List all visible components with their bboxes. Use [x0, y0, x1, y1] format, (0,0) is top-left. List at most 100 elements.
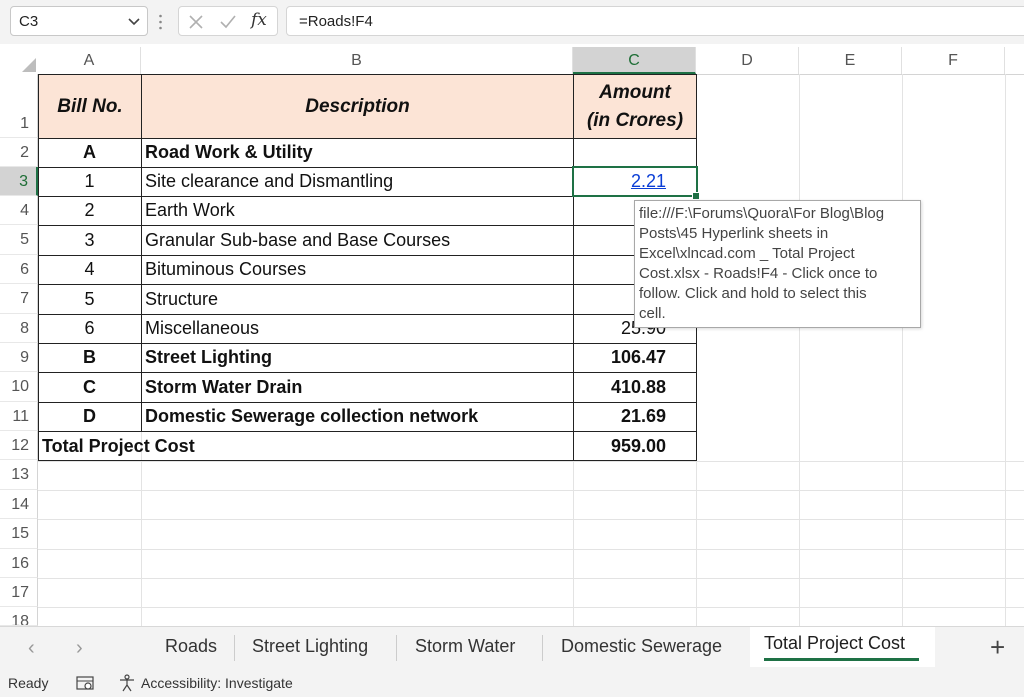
cell-description[interactable]: Miscellaneous	[141, 314, 573, 343]
cell-description[interactable]: Earth Work	[141, 196, 573, 225]
table-border	[38, 225, 697, 226]
insert-function-button[interactable]: fx	[251, 10, 267, 30]
table-border	[38, 372, 697, 373]
row-header-17[interactable]: 17	[0, 578, 38, 607]
cell-description[interactable]: Granular Sub-base and Base Courses	[141, 225, 573, 255]
row-header-3[interactable]: 3	[0, 167, 38, 196]
tooltip-line: follow. Click and hold to select this	[639, 285, 867, 302]
cell-description[interactable]: Bituminous Courses	[141, 255, 573, 284]
accessibility-icon[interactable]	[118, 674, 136, 692]
column-header-d[interactable]: D	[696, 47, 799, 74]
formula-text: =Roads!F4	[299, 13, 373, 30]
cell-amount[interactable]: 106.47	[573, 343, 696, 372]
tab-street-lighting[interactable]: Street Lighting	[252, 636, 368, 657]
table-border	[38, 343, 697, 344]
tooltip-line: cell.	[639, 305, 666, 322]
cell-description[interactable]: Structure	[141, 284, 573, 314]
active-tab-underline	[764, 658, 919, 661]
tooltip-line: Posts\45 Hyperlink sheets in	[639, 225, 829, 242]
table-border	[141, 138, 142, 431]
row-header-11[interactable]: 11	[0, 402, 38, 431]
header-bill-no[interactable]: Bill No.	[38, 74, 142, 139]
table-border	[38, 255, 697, 256]
row-header-2[interactable]: 2	[0, 138, 38, 167]
tooltip-line: Excel\xlncad.com _ Total Project	[639, 245, 855, 262]
row-header-18[interactable]: 18	[0, 607, 38, 626]
table-border	[38, 138, 39, 461]
tab-roads[interactable]: Roads	[165, 636, 217, 657]
row-header-10[interactable]: 10	[0, 372, 38, 402]
column-header-c[interactable]: C	[573, 47, 696, 74]
header-amount-line2: (in Crores)	[586, 109, 684, 131]
table-border	[38, 431, 697, 432]
column-header-a[interactable]: A	[38, 47, 141, 74]
formula-input[interactable]: =Roads!F4	[286, 6, 1024, 36]
cell-description[interactable]: Site clearance and Dismantling	[141, 167, 573, 196]
cell-bill-no[interactable]: 2	[38, 196, 141, 225]
more-options-icon[interactable]	[159, 14, 162, 30]
cell-description[interactable]: Street Lighting	[141, 343, 573, 372]
tab-separator	[396, 635, 397, 661]
row-header-9[interactable]: 9	[0, 343, 38, 372]
column-header-f[interactable]: F	[902, 47, 1005, 74]
grid-line	[799, 74, 800, 626]
cell-bill-no[interactable]: 3	[38, 225, 141, 255]
cancel-icon[interactable]	[187, 13, 205, 31]
row-header-12[interactable]: 12	[0, 431, 38, 460]
row-header-6[interactable]: 6	[0, 255, 38, 284]
tab-storm-water[interactable]: Storm Water	[415, 636, 515, 657]
cell-amount[interactable]: 410.88	[573, 372, 696, 402]
cell-amount[interactable]: 21.69	[573, 402, 696, 431]
grid-line	[38, 578, 1024, 579]
cell-amount[interactable]	[573, 138, 696, 167]
sheet-tab-bar: ‹ › Roads Street Lighting Storm Water Do…	[0, 626, 1024, 669]
cell-bill-no[interactable]: 4	[38, 255, 141, 284]
cell-description[interactable]: Road Work & Utility	[141, 138, 573, 167]
column-header-e[interactable]: E	[799, 47, 902, 74]
cell-bill-no[interactable]: D	[38, 402, 141, 431]
tab-domestic-sewerage[interactable]: Domestic Sewerage	[561, 636, 722, 657]
cell-description[interactable]: Storm Water Drain	[141, 372, 573, 402]
total-label[interactable]: Total Project Cost	[38, 431, 573, 461]
formula-actions: fx	[178, 6, 278, 36]
tab-total-project-cost[interactable]: Total Project Cost	[764, 633, 905, 654]
grid-line	[38, 490, 1024, 491]
scroll-tabs-left-icon[interactable]: ‹	[28, 637, 35, 660]
tooltip-line: Cost.xlsx - Roads!F4 - Click once to	[639, 265, 878, 282]
header-description[interactable]: Description	[141, 74, 574, 139]
enter-check-icon[interactable]	[219, 13, 237, 31]
row-header-7[interactable]: 7	[0, 284, 38, 314]
fill-handle[interactable]	[692, 192, 700, 200]
cell-description[interactable]: Domestic Sewerage collection network	[141, 402, 573, 431]
status-accessibility[interactable]: Accessibility: Investigate	[141, 675, 293, 691]
grid-line	[38, 607, 1024, 608]
cell-bill-no[interactable]: 1	[38, 167, 141, 196]
row-header-5[interactable]: 5	[0, 225, 38, 255]
add-sheet-button[interactable]: +	[990, 632, 1005, 663]
scroll-tabs-right-icon[interactable]: ›	[76, 637, 83, 660]
total-amount[interactable]: 959.00	[573, 431, 696, 461]
tooltip-line: file:///F:\Forums\Quora\For Blog\Blog	[639, 205, 885, 222]
name-box[interactable]: C3	[10, 6, 148, 36]
row-header-1[interactable]: 1	[0, 74, 38, 138]
row-header-16[interactable]: 16	[0, 549, 38, 578]
column-header-b[interactable]: B	[141, 47, 573, 74]
row-header-15[interactable]: 15	[0, 519, 38, 549]
row-header-8[interactable]: 8	[0, 314, 38, 343]
cell-bill-no[interactable]: C	[38, 372, 141, 402]
tab-separator	[234, 635, 235, 661]
cell-bill-no[interactable]: A	[38, 138, 141, 167]
formula-bar: C3 fx =Roads!F4	[0, 0, 1024, 44]
select-all-corner[interactable]	[0, 47, 38, 74]
cell-bill-no[interactable]: 5	[38, 284, 141, 314]
row-header-13[interactable]: 13	[0, 460, 38, 490]
cell-mode-icon[interactable]	[76, 676, 96, 691]
row-header-4[interactable]: 4	[0, 196, 38, 225]
hyperlink-tooltip: file:///F:\Forums\Quora\For Blog\Blog Po…	[634, 200, 921, 328]
chevron-down-icon[interactable]	[125, 12, 143, 30]
row-header-14[interactable]: 14	[0, 490, 38, 519]
cell-bill-no[interactable]: 6	[38, 314, 141, 343]
table-border	[38, 138, 697, 139]
cell-bill-no[interactable]: B	[38, 343, 141, 372]
header-amount[interactable]: Amount (in Crores)	[573, 74, 697, 139]
